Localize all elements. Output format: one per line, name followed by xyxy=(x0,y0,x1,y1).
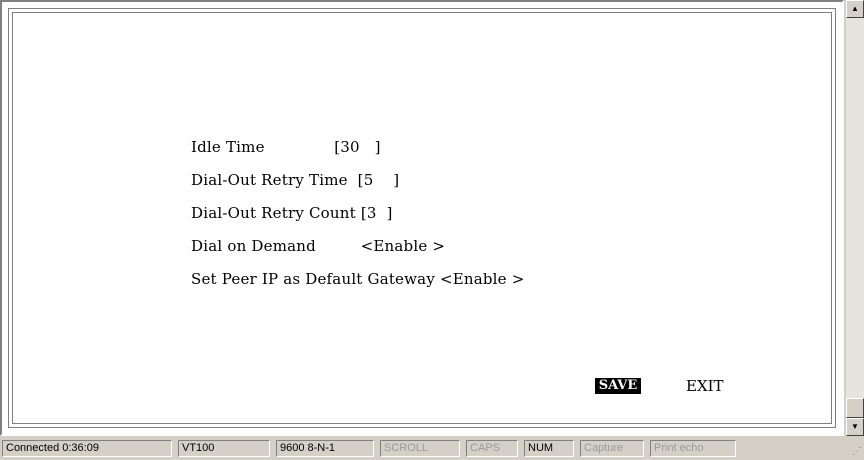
status-emulation: VT100 xyxy=(178,440,270,457)
arrow-down-icon[interactable]: ▼ xyxy=(846,418,864,436)
save-button[interactable]: SAVE xyxy=(595,378,641,394)
status-scroll: SCROLL xyxy=(380,440,460,457)
terminal-frame[interactable]: Idle Time [30 ] Dial-Out Retry Time [5 ]… xyxy=(0,0,844,436)
resize-grip-icon[interactable]: ⋰ xyxy=(850,446,862,458)
line-idle-time[interactable]: Idle Time [30 ] xyxy=(191,138,381,156)
arrow-up-icon[interactable]: ▲ xyxy=(846,0,864,18)
exit-button[interactable]: EXIT xyxy=(686,377,724,395)
status-capture: Capture xyxy=(580,440,644,457)
status-caps: CAPS xyxy=(466,440,518,457)
terminal-screen[interactable]: Idle Time [30 ] Dial-Out Retry Time [5 ]… xyxy=(12,12,832,424)
status-connected: Connected 0:36:09 xyxy=(2,440,172,457)
line-dial-out-retry-count[interactable]: Dial-Out Retry Count [3 ] xyxy=(191,204,393,222)
terminal-window: Idle Time [30 ] Dial-Out Retry Time [5 ]… xyxy=(0,0,864,460)
line-dial-on-demand[interactable]: Dial on Demand <Enable > xyxy=(191,237,445,255)
vertical-scrollbar[interactable]: ▲ ▼ xyxy=(846,0,864,436)
scrollbar-thumb[interactable] xyxy=(846,398,864,418)
status-num: NUM xyxy=(524,440,574,457)
line-dial-out-retry-time[interactable]: Dial-Out Retry Time [5 ] xyxy=(191,171,399,189)
status-port-settings: 9600 8-N-1 xyxy=(276,440,374,457)
status-print-echo: Print echo xyxy=(650,440,736,457)
terminal-border-outer: Idle Time [30 ] Dial-Out Retry Time [5 ]… xyxy=(8,8,836,428)
line-set-peer-ip-default-gateway[interactable]: Set Peer IP as Default Gateway <Enable > xyxy=(191,270,525,288)
status-bar: Connected 0:36:09 VT100 9600 8-N-1 SCROL… xyxy=(0,438,864,460)
